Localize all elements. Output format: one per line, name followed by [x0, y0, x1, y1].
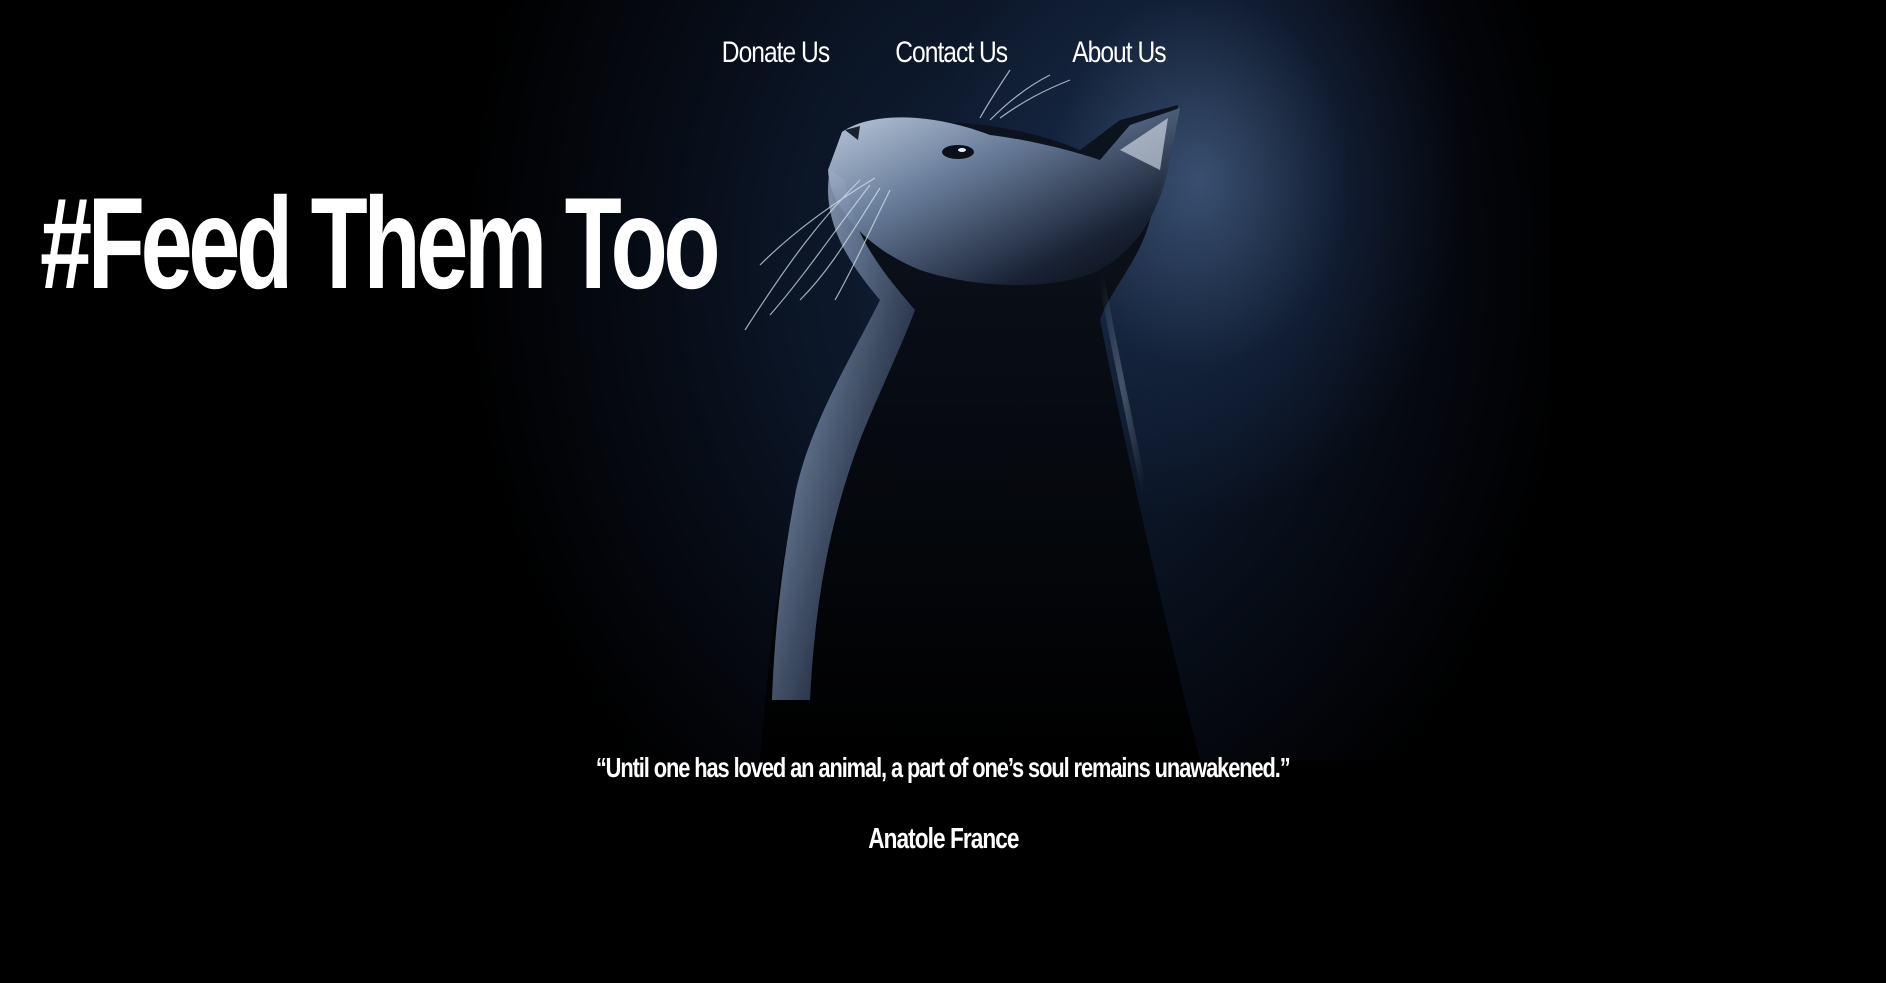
quote-author-name: Anatole France: [867, 823, 1019, 855]
quote-text-content: “Until one has loved an animal, a part o…: [596, 752, 1291, 783]
cat-eye: [942, 145, 974, 159]
nav-donate-link[interactable]: Donate Us: [722, 36, 830, 70]
hero-headline: #Feed Them Too: [40, 170, 721, 316]
nav-about-link[interactable]: About Us: [1072, 36, 1166, 70]
quote-author: Anatole France: [0, 823, 1886, 856]
nav-contact-link[interactable]: Contact Us: [896, 36, 1009, 70]
top-navigation: Donate Us Contact Us About Us: [0, 36, 1886, 70]
quote-text: “Until one has loved an animal, a part o…: [0, 752, 1886, 784]
landing-page: Donate Us Contact Us About Us #Feed Them…: [0, 0, 1886, 983]
